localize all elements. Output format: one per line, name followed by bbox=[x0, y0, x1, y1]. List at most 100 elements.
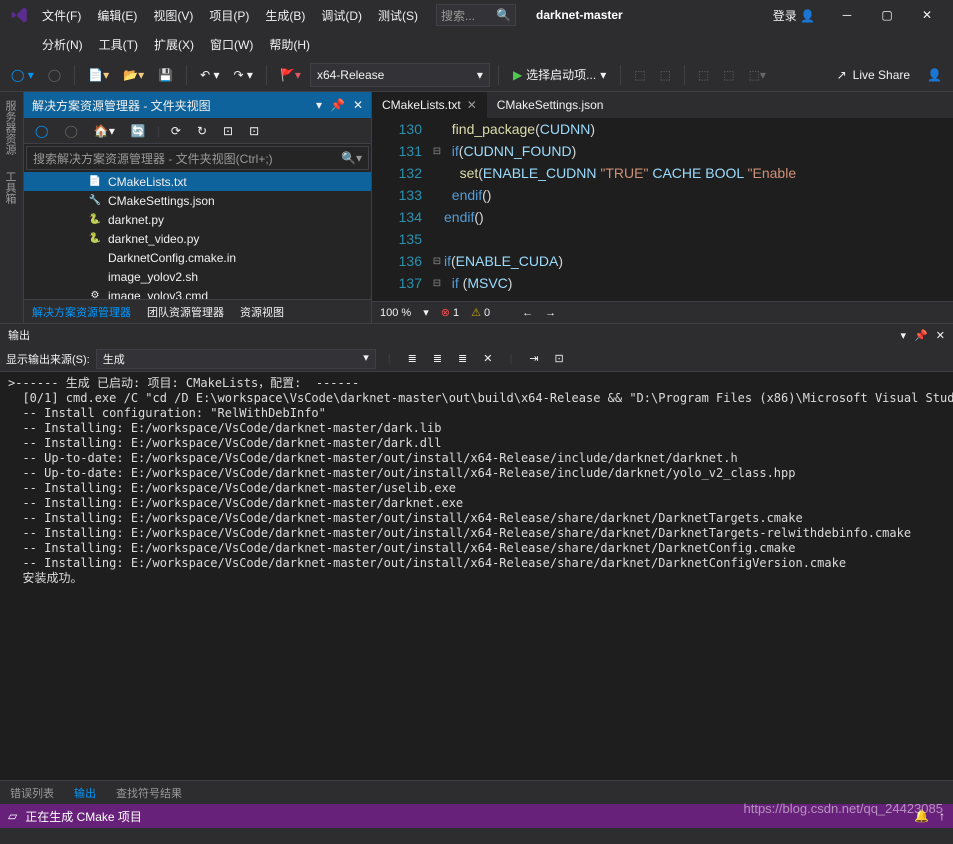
output-panel: 输出 ▾ 📌 ✕ 显示输出来源(S): 生成▾ | ≣ ≣ ≣ ✕ | ⇥ ⊡ … bbox=[0, 323, 953, 804]
menu-item[interactable]: 帮助(H) bbox=[261, 32, 318, 57]
dropdown-icon[interactable]: ▾ bbox=[316, 98, 322, 112]
panel-tab[interactable]: 解决方案资源管理器 bbox=[24, 300, 139, 324]
titlebar: 文件(F)编辑(E)视图(V)项目(P)生成(B)调试(D)测试(S) 搜索..… bbox=[0, 0, 953, 30]
close-icon[interactable]: ✕ bbox=[936, 329, 945, 342]
search-icon: 🔍▾ bbox=[341, 151, 362, 165]
back-button[interactable]: ◯ ▾ bbox=[6, 65, 39, 85]
output-text[interactable]: >------ 生成 已启动: 项目: CMakeLists，配置: -----… bbox=[0, 372, 953, 780]
out-icon1[interactable]: ≣ bbox=[403, 349, 422, 368]
save-button[interactable]: 💾 bbox=[153, 65, 178, 85]
flag-icon[interactable]: 🚩▾ bbox=[275, 65, 306, 85]
nav-next-icon[interactable]: → bbox=[545, 307, 556, 319]
error-count[interactable]: ⊗ 1 bbox=[441, 306, 459, 319]
back-icon[interactable]: ◯ bbox=[30, 121, 53, 141]
vtab-server[interactable]: 服务器资源 bbox=[0, 92, 20, 163]
switch-icon[interactable]: 🔄 bbox=[126, 121, 151, 141]
forward-button[interactable]: ◯ bbox=[43, 65, 66, 85]
menu-item[interactable]: 分析(N) bbox=[34, 32, 91, 57]
out-icon3[interactable]: ≣ bbox=[453, 349, 472, 368]
solution-search[interactable]: 搜索解决方案资源管理器 - 文件夹视图(Ctrl+;) 🔍▾ bbox=[26, 146, 369, 170]
vtab-toolbox[interactable]: 工具箱 bbox=[0, 163, 20, 212]
output-tab[interactable]: 输出 bbox=[64, 781, 106, 805]
output-source-dropdown[interactable]: 生成▾ bbox=[96, 349, 376, 369]
login-button[interactable]: 登录 👤 bbox=[773, 7, 815, 24]
tree-item[interactable]: DarknetConfig.cmake.in bbox=[24, 248, 371, 267]
tree-item[interactable]: image_yolov2.sh bbox=[24, 267, 371, 286]
undo-button[interactable]: ↶ ▾ bbox=[195, 65, 224, 85]
user-icon[interactable]: 👤 bbox=[922, 65, 947, 85]
tree-item[interactable]: 🐍darknet_video.py bbox=[24, 229, 371, 248]
menu-item[interactable]: 项目(P) bbox=[201, 3, 257, 28]
zoom-level[interactable]: 100 % bbox=[380, 307, 411, 319]
code-editor[interactable]: 130131132133134135136137 ⊟⊟⊟ find_packag… bbox=[372, 118, 953, 301]
tb-icon3[interactable]: ⬚ bbox=[693, 65, 714, 85]
config-dropdown[interactable]: x64-Release▾ bbox=[310, 63, 490, 87]
tb-icon4[interactable]: ⬚ bbox=[718, 65, 739, 85]
new-button[interactable]: 📄▾ bbox=[83, 65, 114, 85]
open-button[interactable]: 📂▾ bbox=[118, 65, 149, 85]
chevron-down-icon: ▾ bbox=[363, 351, 369, 367]
close-icon[interactable]: ✕ bbox=[353, 98, 363, 112]
vs-logo-icon bbox=[6, 6, 34, 24]
maximize-button[interactable]: ▢ bbox=[867, 0, 907, 30]
menu-item[interactable]: 工具(T) bbox=[91, 32, 146, 57]
tree-item[interactable]: 🔧CMakeSettings.json bbox=[24, 191, 371, 210]
pin-icon[interactable]: 📌 bbox=[914, 329, 928, 342]
editor-tab[interactable]: CMakeSettings.json bbox=[487, 92, 614, 118]
dropdown-icon[interactable]: ▾ bbox=[901, 329, 907, 342]
tree-item[interactable]: ⚙image_yolov3.cmd bbox=[24, 286, 371, 299]
solution-explorer: 解决方案资源管理器 - 文件夹视图 ▾ 📌 ✕ ◯ ◯ 🏠▾ 🔄 | ⟳ ↻ ⊡… bbox=[24, 92, 372, 323]
close-button[interactable]: ✕ bbox=[907, 0, 947, 30]
run-button[interactable]: ▶ 选择启动项... ▾ bbox=[507, 63, 612, 86]
output-tabs: 错误列表输出查找符号结果 bbox=[0, 780, 953, 804]
minimize-button[interactable]: ─ bbox=[827, 0, 867, 30]
tree-item[interactable]: 🐍darknet.py bbox=[24, 210, 371, 229]
chevron-down-icon: ▾ bbox=[600, 68, 606, 82]
showall-icon[interactable]: ⊡ bbox=[244, 121, 264, 141]
menu-item[interactable]: 扩展(X) bbox=[146, 32, 202, 57]
menu-item[interactable]: 测试(S) bbox=[370, 3, 426, 28]
close-icon[interactable]: ✕ bbox=[467, 98, 477, 112]
output-tab[interactable]: 错误列表 bbox=[0, 781, 64, 805]
statusbar: ▱ 正在生成 CMake 项目 🔔 ↑ bbox=[0, 804, 953, 828]
main-toolbar: ◯ ▾ ◯ 📄▾ 📂▾ 💾 ↶ ▾ ↷ ▾ 🚩▾ x64-Release▾ ▶ … bbox=[0, 58, 953, 92]
fwd-icon[interactable]: ◯ bbox=[59, 121, 82, 141]
editor-tab[interactable]: CMakeLists.txt✕ bbox=[372, 92, 487, 118]
output-tab[interactable]: 查找符号结果 bbox=[106, 781, 192, 805]
tb-icon1[interactable]: ⬚ bbox=[629, 65, 650, 85]
nav-prev-icon[interactable]: ← bbox=[522, 307, 533, 319]
redo-button[interactable]: ↷ ▾ bbox=[229, 65, 258, 85]
menu-item[interactable]: 生成(B) bbox=[257, 3, 313, 28]
wrap-icon[interactable]: ⇥ bbox=[524, 349, 543, 368]
editor-statusbar: 100 % ▾ ⊗ 1 ⚠ 0 ← → bbox=[372, 301, 953, 323]
output-header: 输出 ▾ 📌 ✕ bbox=[0, 324, 953, 346]
tb-icon2[interactable]: ⬚ bbox=[655, 65, 676, 85]
panel-tab[interactable]: 资源视图 bbox=[232, 300, 292, 324]
collapse-icon[interactable]: ⊡ bbox=[218, 121, 238, 141]
warning-count[interactable]: ⚠ 0 bbox=[471, 306, 490, 319]
zoom-dropdown-icon[interactable]: ▾ bbox=[423, 306, 429, 319]
menu-item[interactable]: 窗口(W) bbox=[202, 32, 261, 57]
home-icon[interactable]: 🏠▾ bbox=[89, 121, 120, 141]
pin-icon[interactable]: 📌 bbox=[330, 98, 345, 112]
menu-item[interactable]: 调试(D) bbox=[313, 3, 370, 28]
chevron-down-icon: ▾ bbox=[477, 68, 483, 82]
publish-icon[interactable]: ↑ bbox=[939, 809, 945, 823]
menu-item[interactable]: 文件(F) bbox=[34, 3, 89, 28]
search-input[interactable]: 搜索... 🔍 bbox=[436, 4, 516, 26]
tree-item[interactable]: 📄CMakeLists.txt bbox=[24, 172, 371, 191]
out-icon5[interactable]: ⊡ bbox=[550, 349, 569, 368]
panel-tab[interactable]: 团队资源管理器 bbox=[139, 300, 232, 324]
refresh-icon[interactable]: ⟳ bbox=[166, 121, 186, 141]
sync-icon[interactable]: ↻ bbox=[192, 121, 212, 141]
out-icon2[interactable]: ≣ bbox=[428, 349, 447, 368]
clear-icon[interactable]: ✕ bbox=[478, 349, 497, 368]
play-icon: ▶ bbox=[513, 68, 522, 82]
menu-item[interactable]: 编辑(E) bbox=[89, 3, 145, 28]
notify-icon[interactable]: 🔔 bbox=[914, 809, 929, 823]
menu-item[interactable]: 视图(V) bbox=[145, 3, 201, 28]
search-icon: 🔍 bbox=[496, 8, 511, 22]
live-share-button[interactable]: ↗ Live Share bbox=[829, 68, 918, 82]
tb-icon5[interactable]: ⬚▾ bbox=[744, 65, 771, 85]
output-toolbar: 显示输出来源(S): 生成▾ | ≣ ≣ ≣ ✕ | ⇥ ⊡ bbox=[0, 346, 953, 372]
